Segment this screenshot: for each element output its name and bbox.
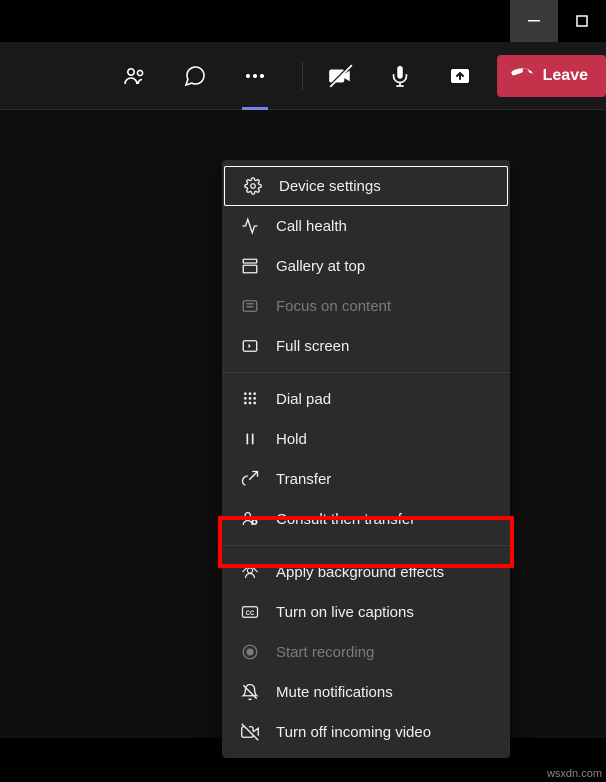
- menu-item-focus-content: Focus on content: [222, 286, 510, 326]
- menu-item-start-recording: Start recording: [222, 632, 510, 672]
- menu-label: Mute notifications: [276, 684, 393, 701]
- menu-item-gallery-top[interactable]: Gallery at top: [222, 246, 510, 286]
- menu-item-full-screen[interactable]: Full screen: [222, 326, 510, 366]
- hangup-icon: [511, 65, 533, 87]
- menu-item-turn-off-incoming-video[interactable]: Turn off incoming video: [222, 712, 510, 752]
- watermark: wsxdn.com: [547, 768, 602, 780]
- menu-item-mute-notifications[interactable]: Mute notifications: [222, 672, 510, 712]
- menu-item-call-health[interactable]: Call health: [222, 206, 510, 246]
- menu-item-transfer[interactable]: Transfer: [222, 459, 510, 499]
- consult-icon: [240, 509, 260, 529]
- menu-item-background-effects[interactable]: Apply background effects: [222, 552, 510, 592]
- menu-label: Full screen: [276, 338, 349, 355]
- menu-label: Gallery at top: [276, 258, 365, 275]
- share-button[interactable]: [435, 52, 485, 100]
- record-icon: [240, 642, 260, 662]
- mute-notifications-icon: [240, 682, 260, 702]
- more-actions-menu: Device settings Call health Gallery at t…: [222, 160, 510, 758]
- health-icon: [240, 216, 260, 236]
- dialpad-icon: [240, 389, 260, 409]
- hold-icon: [240, 429, 260, 449]
- meeting-area: Leave Device settings Call health Galler…: [0, 42, 606, 738]
- svg-text:CC: CC: [246, 611, 255, 617]
- minimize-button[interactable]: [510, 0, 558, 42]
- fullscreen-icon: [240, 336, 260, 356]
- chat-button[interactable]: [170, 52, 220, 100]
- leave-button[interactable]: Leave: [497, 55, 606, 97]
- menu-label: Transfer: [276, 471, 331, 488]
- leave-label: Leave: [543, 67, 588, 85]
- menu-divider: [222, 545, 510, 546]
- background-effects-icon: [240, 562, 260, 582]
- menu-label: Turn on live captions: [276, 604, 414, 621]
- gallery-icon: [240, 256, 260, 276]
- people-button[interactable]: [110, 52, 160, 100]
- menu-item-hold[interactable]: Hold: [222, 419, 510, 459]
- video-off-icon: [240, 722, 260, 742]
- meeting-toolbar: Leave: [0, 42, 606, 110]
- cc-icon: CC: [240, 602, 260, 622]
- menu-item-live-captions[interactable]: CC Turn on live captions: [222, 592, 510, 632]
- camera-button[interactable]: [315, 52, 365, 100]
- more-actions-button[interactable]: [230, 52, 280, 100]
- microphone-button[interactable]: [375, 52, 425, 100]
- menu-label: Apply background effects: [276, 564, 444, 581]
- focus-icon: [240, 296, 260, 316]
- menu-item-consult-transfer[interactable]: Consult then transfer: [222, 499, 510, 539]
- menu-label: Dial pad: [276, 391, 331, 408]
- menu-label: Device settings: [279, 178, 381, 195]
- menu-item-dial-pad[interactable]: Dial pad: [222, 379, 510, 419]
- menu-item-device-settings[interactable]: Device settings: [224, 166, 508, 206]
- menu-label: Start recording: [276, 644, 374, 661]
- menu-label: Hold: [276, 431, 307, 448]
- menu-label: Turn off incoming video: [276, 724, 431, 741]
- menu-label: Consult then transfer: [276, 511, 415, 528]
- menu-label: Focus on content: [276, 298, 391, 315]
- menu-divider: [222, 372, 510, 373]
- maximize-button[interactable]: [558, 0, 606, 42]
- menu-label: Call health: [276, 218, 347, 235]
- gear-icon: [243, 176, 263, 196]
- transfer-icon: [240, 469, 260, 489]
